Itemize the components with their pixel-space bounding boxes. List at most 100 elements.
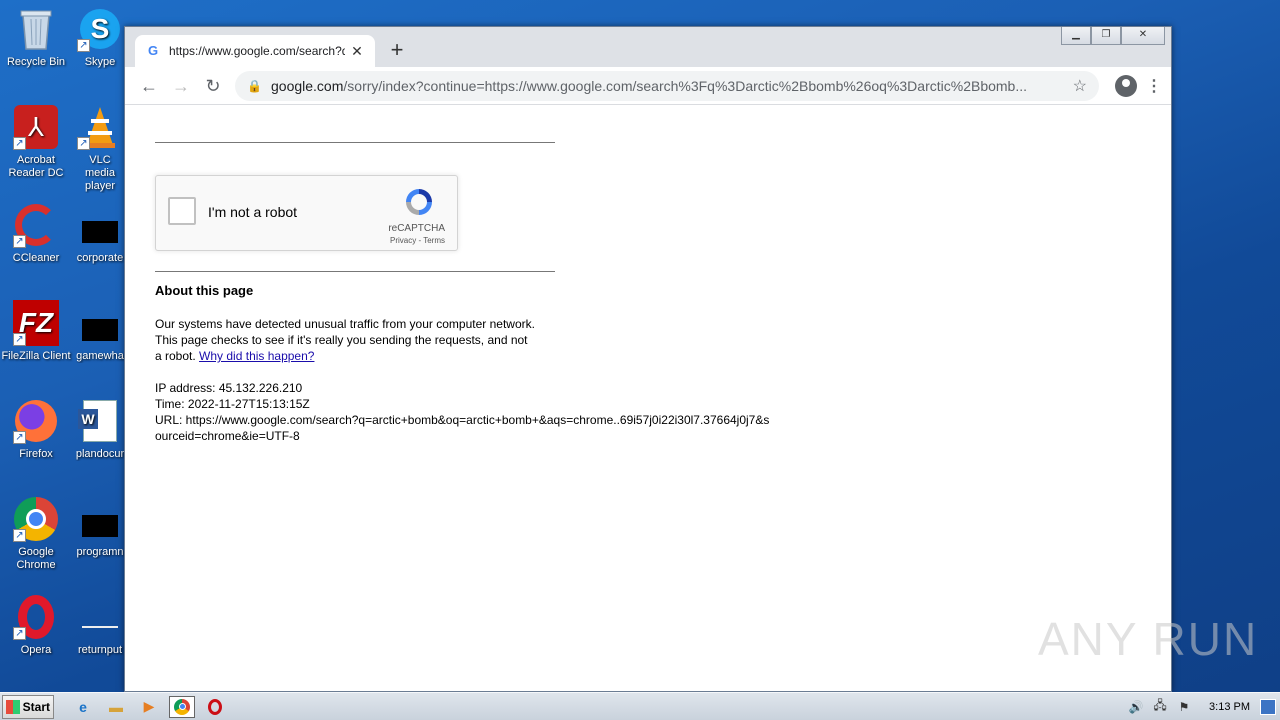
desktop-icon-label: Opera [20, 644, 52, 656]
desktop-icon-label: Skype [84, 56, 116, 68]
acrobat-icon: ⅄ ↗ [13, 104, 59, 150]
forward-button[interactable]: → [165, 72, 197, 100]
ip-address: IP address: 45.132.226.210 [155, 381, 303, 395]
desktop-icon-label: Acrobat Reader DC [8, 154, 64, 179]
middle-divider [155, 271, 555, 272]
desktop-icon-programn[interactable]: programn [74, 496, 126, 559]
recaptcha-name: reCAPTCHA [388, 223, 445, 234]
firefox-icon: ↗ [13, 398, 59, 444]
clock[interactable]: 3:13 PM [1209, 701, 1250, 713]
file-explorer-icon[interactable]: ▬ [103, 696, 129, 718]
lock-icon: 🔒 [247, 78, 262, 93]
top-divider [155, 142, 555, 143]
filezilla-icon: FZ ↗ [13, 300, 59, 346]
shortcut-arrow-icon: ↗ [13, 529, 26, 542]
desktop-icon-recycle-bin[interactable]: Recycle Bin [0, 6, 72, 69]
desktop-icon-label: VLC media player [85, 154, 115, 192]
desktop-icon-plandocur[interactable]: W plandocur [74, 398, 126, 461]
shortcut-arrow-icon: ↗ [13, 333, 26, 346]
skype-icon: S ↗ [77, 6, 123, 52]
desktop-icon-label: Google Chrome [16, 546, 56, 571]
desktop-icon-chrome[interactable]: ↗ Google Chrome [0, 496, 72, 572]
maximize-button[interactable]: ❐ [1091, 27, 1121, 45]
request-time: Time: 2022-11-27T15:13:15Z [155, 397, 310, 411]
kebab-menu-icon[interactable]: ⋮ [1145, 76, 1163, 96]
shortcut-arrow-icon: ↗ [13, 137, 26, 150]
desktop-icon-label: CCleaner [12, 252, 60, 264]
opera-taskbar-icon[interactable] [202, 696, 228, 718]
address-bar[interactable]: 🔒 google.com/sorry/index?continue=https:… [235, 70, 1099, 101]
captcha-checkbox[interactable] [168, 197, 196, 225]
shortcut-arrow-icon: ↗ [13, 235, 26, 248]
show-desktop-button[interactable] [1260, 698, 1276, 715]
desktop-icon-label: corporate [76, 252, 124, 264]
tab-google-search[interactable]: G https://www.google.com/search?q= ✕ [135, 35, 375, 67]
captcha-label: I'm not a robot [208, 204, 298, 220]
desktop-icon-corporate[interactable]: corporate [74, 202, 126, 265]
browser-toolbar: ← → ↻ 🔒 google.com/sorry/index?continue=… [125, 67, 1171, 105]
google-favicon-icon: G [147, 43, 159, 58]
shortcut-arrow-icon: ↗ [13, 431, 26, 444]
bookmark-star-icon[interactable]: ☆ [1073, 76, 1087, 96]
file-icon [77, 300, 123, 346]
desktop-icon-acrobat[interactable]: ⅄ ↗ Acrobat Reader DC [0, 104, 72, 180]
windows-flag-icon [6, 699, 20, 714]
shortcut-arrow-icon: ↗ [77, 137, 90, 150]
shortcut-arrow-icon: ↗ [13, 627, 26, 640]
desktop-icon-returnput[interactable]: returnput [74, 594, 126, 657]
action-center-flag-icon[interactable]: ⚑ [1175, 700, 1193, 714]
ccleaner-icon: ↗ [13, 202, 59, 248]
volume-icon[interactable]: 🔊 [1127, 700, 1145, 714]
tab-title: https://www.google.com/search?q= [169, 44, 345, 58]
desktop-icon-firefox[interactable]: ↗ Firefox [0, 398, 72, 461]
recaptcha-logo-icon [406, 189, 432, 215]
desktop-icon-label: plandocur [75, 448, 125, 460]
close-window-button[interactable]: ✕ [1121, 27, 1165, 45]
url-host: google.com [271, 77, 344, 94]
opera-icon: ↗ [13, 594, 59, 640]
internet-explorer-icon[interactable]: e [70, 696, 96, 718]
new-tab-button[interactable]: + [387, 39, 407, 61]
page-content: I'm not a robot reCAPTCHA Privacy - Term… [125, 105, 1171, 444]
chrome-window: G https://www.google.com/search?q= ✕ + ▁… [124, 26, 1172, 692]
recycle-bin-icon [13, 6, 59, 52]
window-controls: ▁ ❐ ✕ [1061, 27, 1165, 45]
file-icon [77, 594, 123, 640]
file-icon [77, 202, 123, 248]
desktop-icon-filezilla[interactable]: FZ ↗ FileZilla Client [0, 300, 72, 363]
desktop-icon-label: Recycle Bin [6, 56, 66, 68]
desktop-icon-skype[interactable]: S ↗ Skype [74, 6, 126, 69]
desktop-icon-label: returnput [77, 644, 123, 656]
recaptcha-widget: I'm not a robot reCAPTCHA Privacy - Term… [155, 175, 458, 251]
desktop-icon-gamewha[interactable]: gamewha [74, 300, 126, 363]
tab-strip: G https://www.google.com/search?q= ✕ + ▁… [125, 27, 1171, 67]
desktop-icon-vlc[interactable]: ↗ VLC media player [74, 104, 126, 193]
desktop-icon-opera[interactable]: ↗ Opera [0, 594, 72, 657]
network-icon[interactable]: 🖧 [1151, 696, 1169, 717]
profile-avatar-icon[interactable] [1115, 74, 1137, 97]
desktop-icon-label: FileZilla Client [1, 350, 71, 362]
request-url: URL: https://www.google.com/search?q=arc… [155, 413, 770, 443]
url-path: /sorry/index?continue=https://www.google… [343, 77, 1028, 94]
vlc-icon: ↗ [77, 104, 123, 150]
about-heading: About this page [155, 283, 254, 298]
tab-close-icon[interactable]: ✕ [349, 43, 365, 60]
desktop-icon-label: Firefox [19, 448, 53, 460]
recaptcha-privacy-terms[interactable]: Privacy - Terms [390, 236, 445, 245]
back-button[interactable]: ← [133, 72, 165, 100]
request-details: IP address: 45.132.226.210 Time: 2022-11… [155, 380, 775, 444]
why-did-this-happen-link[interactable]: Why did this happen? [199, 349, 314, 363]
start-button[interactable]: Start [2, 694, 54, 719]
media-player-icon[interactable]: ▶ [136, 696, 162, 718]
file-icon [77, 496, 123, 542]
reload-button[interactable]: ↻ [197, 72, 229, 100]
minimize-button[interactable]: ▁ [1061, 27, 1091, 45]
about-paragraph: Our systems have detected unusual traffi… [155, 316, 535, 364]
desktop-icon-label: programn [76, 546, 124, 558]
chrome-icon: ↗ [13, 496, 59, 542]
desktop-icon-label: gamewha [76, 350, 124, 362]
desktop-icon-ccleaner[interactable]: ↗ CCleaner [0, 202, 72, 265]
word-icon: W [77, 398, 123, 444]
chrome-taskbar-icon[interactable] [169, 695, 195, 718]
address-url[interactable]: google.com/sorry/index?continue=https://… [271, 78, 1065, 94]
